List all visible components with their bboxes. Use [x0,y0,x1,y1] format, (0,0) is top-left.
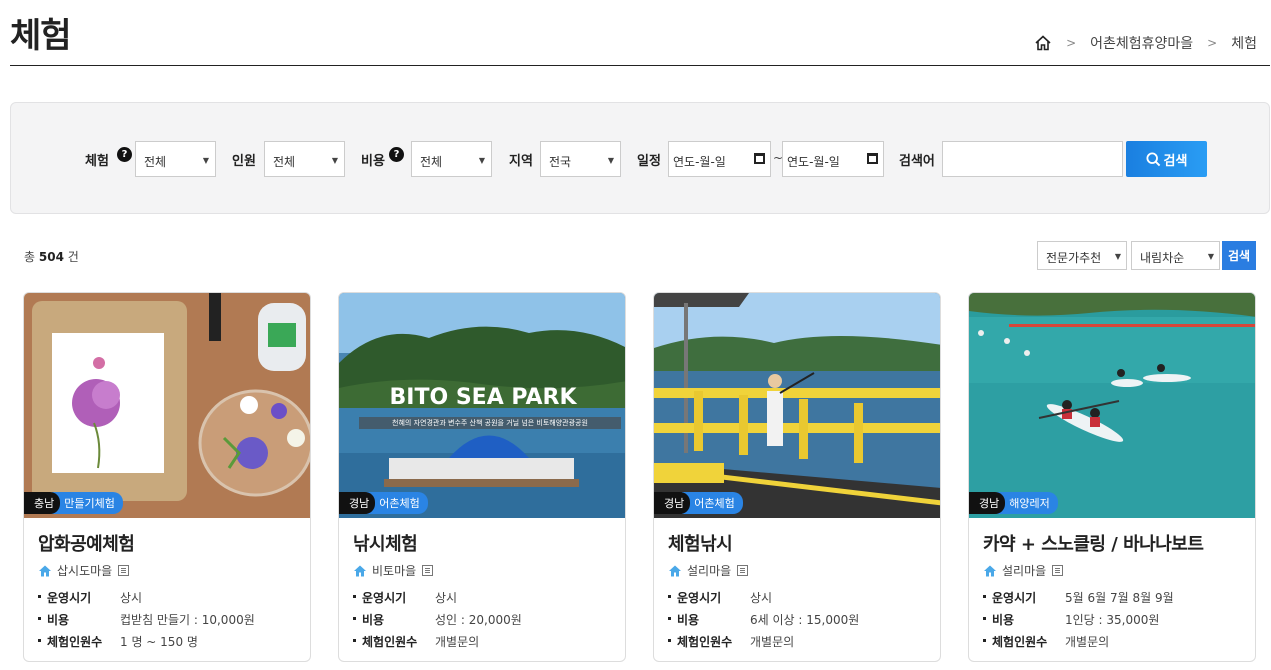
caret-down-icon: ▼ [478,156,485,165]
card-image[interactable]: 경남 어촌체험 [654,293,940,518]
card-image[interactable]: 충남 만들기체험 [24,293,310,518]
date-end-input[interactable]: 연도-월-일 [782,141,884,177]
title-divider [10,65,1270,66]
card-title[interactable]: 압화공예체험 [38,530,135,556]
breadcrumb: > 어촌체험휴양마을 > 체험 [1034,33,1257,53]
people-label: 인원 [232,154,256,169]
breadcrumb-item[interactable]: 체험 [1231,33,1257,53]
result-count: 총 504 건 [24,250,79,264]
detail-icon[interactable] [118,565,130,576]
house-icon [39,565,51,577]
calendar-icon[interactable] [754,153,765,164]
sort-search-button[interactable]: 검색 [1222,241,1256,270]
keyword-input[interactable] [942,141,1123,177]
caret-down-icon: ▼ [202,156,209,165]
experience-card[interactable]: 경남 어촌체험 체험낚시 설리마을 운영시기 상시 비용 6세 이상 : 15,00… [653,292,941,662]
calendar-icon[interactable] [867,153,878,164]
sort-type-select[interactable]: 전문가추천 ▼ [1037,241,1127,270]
home-icon[interactable] [1034,34,1052,52]
house-icon [669,565,681,577]
category-tag: 어촌체험 [367,492,428,514]
info-row: 운영시기 5월 6월 7월 8월 9월 [983,589,1174,606]
category-tag: 해양레저 [997,492,1058,514]
info-row: 체험인원수 개별문의 [983,633,1109,650]
image-banner-subtext: 천혜의 자연경관과 변수주 산책 공원을 거닐 넘은 비토해양관광공원 [392,419,588,427]
chevron-right-icon: > [1207,36,1218,50]
card-title[interactable]: 낚시체험 [353,530,418,556]
search-panel: 체험 ? 전체 ▼ 인원 전체 ▼ 비용 ? 전체 ▼ 지역 전국 ▼ 일정 연도-월-… [10,102,1270,214]
info-row: 비용 1인당 : 35,000원 [983,611,1159,628]
sort-order-select[interactable]: 내림차순 ▼ [1131,241,1220,270]
village-name: 설리마을 [983,562,1064,579]
info-row: 운영시기 상시 [668,589,772,606]
caret-down-icon: ▼ [331,156,338,165]
house-icon [354,565,366,577]
region-tag: 경남 [654,492,691,514]
info-row: 비용 성인 : 20,000원 [353,611,522,628]
card-image[interactable]: BITO SEA PARK 천혜의 자연경관과 변수주 산책 공원을 거닐 넘은… [339,293,625,518]
village-name: 설리마을 [668,562,749,579]
cost-select[interactable]: 전체 ▼ [411,141,492,177]
detail-icon[interactable] [1052,565,1064,576]
region-tag: 충남 [24,492,61,514]
search-button[interactable]: 검색 [1126,141,1207,177]
people-select[interactable]: 전체 ▼ [264,141,345,177]
experience-card[interactable]: 경남 해양레저 카약 + 스노클링 / 바나나보트 설리마을 운영시기 5월 6월… [968,292,1256,662]
breadcrumb-item[interactable]: 어촌체험휴양마을 [1090,33,1193,53]
experience-card[interactable]: BITO SEA PARK 천혜의 자연경관과 변수주 산책 공원을 거닐 넘은… [338,292,626,662]
info-row: 체험인원수 개별문의 [668,633,794,650]
experience-label: 체험 [85,154,109,169]
caret-down-icon: ▼ [607,156,614,165]
region-tag: 경남 [339,492,376,514]
cost-label: 비용 [361,154,385,169]
detail-icon[interactable] [422,565,434,576]
search-icon [1146,151,1160,166]
caret-down-icon: ▼ [1207,252,1214,261]
info-row: 비용 6세 이상 : 15,000원 [668,611,859,628]
village-name: 비토마을 [353,562,434,579]
village-name: 삽시도마을 [38,562,130,579]
detail-icon[interactable] [737,565,749,576]
house-icon [984,565,996,577]
date-start-input[interactable]: 연도-월-일 [668,141,771,177]
keyword-label: 검색어 [899,154,935,169]
info-row: 운영시기 상시 [38,589,142,606]
info-row: 체험인원수 1 명 ~ 150 명 [38,633,198,650]
help-icon[interactable]: ? [389,147,404,162]
help-icon[interactable]: ? [117,147,132,162]
card-image[interactable]: 경남 해양레저 [969,293,1255,518]
experience-select[interactable]: 전체 ▼ [135,141,216,177]
card-title[interactable]: 체험낚시 [668,530,733,556]
schedule-label: 일정 [637,154,661,169]
experience-card[interactable]: 충남 만들기체험 압화공예체험 삽시도마을 운영시기 상시 비용 컵받침 만들기 :… [23,292,311,662]
region-label: 지역 [509,154,533,169]
category-tag: 만들기체험 [52,492,123,514]
chevron-right-icon: > [1066,36,1077,50]
category-tag: 어촌체험 [682,492,743,514]
info-row: 체험인원수 개별문의 [353,633,479,650]
caret-down-icon: ▼ [1114,252,1121,261]
info-row: 비용 컵받침 만들기 : 10,000원 [38,611,255,628]
card-title[interactable]: 카약 + 스노클링 / 바나나보트 [983,530,1204,556]
region-select[interactable]: 전국 ▼ [540,141,621,177]
region-tag: 경남 [969,492,1006,514]
info-row: 운영시기 상시 [353,589,457,606]
page-title: 체험 [10,16,72,56]
image-banner-text: BITO SEA PARK [389,385,577,410]
